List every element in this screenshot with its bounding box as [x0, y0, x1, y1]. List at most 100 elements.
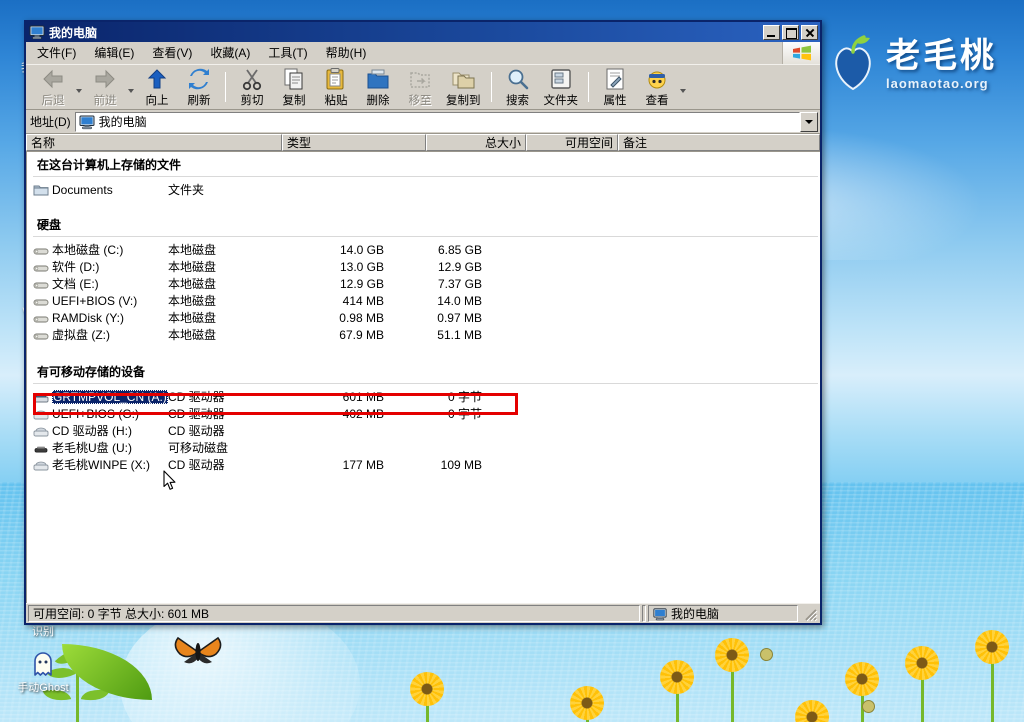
row-size: 177 MB	[288, 458, 394, 472]
row-name: UEFI+BIOS (V:)	[52, 294, 168, 308]
row-type: 本地磁盘	[168, 326, 288, 343]
column-header-free[interactable]: 可用空间	[526, 134, 618, 151]
toolbar-back-button[interactable]: 后退	[32, 66, 74, 108]
toolbar-views-button[interactable]: 查看	[636, 66, 678, 108]
row-type: 可移动磁盘	[168, 439, 288, 456]
row-name: CD 驱动器 (H:)	[52, 422, 168, 439]
toolbar-cut-button[interactable]: 剪切	[231, 66, 273, 108]
toolbar-separator	[225, 72, 226, 102]
watermark-cn-text: 老毛桃	[886, 39, 997, 73]
file-list-pane[interactable]: 在这台计算机上存储的文件 Documents 文件夹 硬盘	[26, 152, 820, 603]
status-bar: 可用空间: 0 字节 总大小: 601 MB 我的电脑	[26, 603, 820, 623]
column-header-name[interactable]: 名称	[26, 134, 282, 151]
scissors-icon	[240, 67, 264, 91]
back-dropdown-arrow-icon[interactable]	[74, 67, 84, 107]
hard-disk-icon	[33, 327, 49, 343]
row-free: 14.0 MB	[394, 294, 490, 308]
minimize-button[interactable]	[763, 25, 780, 40]
menu-item-view[interactable]: 查看(V)	[143, 41, 201, 64]
menu-item-help[interactable]: 帮助(H)	[317, 41, 376, 64]
explorer-window: 我的电脑 文件(F) 编辑(E) 查看(V) 收藏(A) 工具(T) 帮助(H)	[24, 20, 822, 625]
status-right-panel: 我的电脑	[648, 605, 798, 622]
toolbar-label: 粘贴	[325, 92, 348, 108]
table-row[interactable]: 老毛桃WINPE (X:) CD 驱动器 177 MB 109 MB	[27, 456, 820, 473]
table-row[interactable]: UEFI+BIOS (G:) CD 驱动器 402 MB 0 字节	[27, 405, 820, 422]
mouse-cursor	[163, 470, 177, 491]
table-row[interactable]: 老毛桃U盘 (U:) 可移动磁盘	[27, 439, 820, 456]
row-name: GRTMPVOL_CN (A:)	[52, 390, 168, 404]
row-size: 12.9 GB	[288, 277, 394, 291]
address-value: 我的电脑	[99, 113, 147, 130]
toolbar-properties-button[interactable]: 属性	[594, 66, 636, 108]
title-bar[interactable]: 我的电脑	[26, 22, 820, 42]
toolbar-copy-button[interactable]: 复制	[273, 66, 315, 108]
toolbar-folders-button[interactable]: 文件夹	[539, 66, 584, 108]
forward-dropdown-arrow-icon[interactable]	[126, 67, 136, 107]
row-type: CD 驱动器	[168, 422, 288, 439]
removable-device-rows: GRTMPVOL_CN (A:) CD 驱动器 601 MB 0 字节 UEFI…	[27, 388, 820, 473]
column-header-size[interactable]: 总大小	[426, 134, 526, 151]
toolbar-label: 前进	[94, 92, 117, 108]
status-spacer-panel	[642, 605, 646, 622]
table-row[interactable]: 文档 (E:) 本地磁盘 12.9 GB 7.37 GB	[27, 275, 820, 292]
row-size: 414 MB	[288, 294, 394, 308]
toolbar-label: 文件夹	[544, 92, 579, 108]
row-name: 老毛桃U盘 (U:)	[52, 439, 168, 456]
toolbar-paste-button[interactable]: 粘贴	[315, 66, 357, 108]
toolbar-label: 删除	[367, 92, 390, 108]
views-dropdown-arrow-icon[interactable]	[678, 67, 688, 107]
clipboard-paste-icon	[324, 67, 348, 91]
row-free: 0 字节	[394, 405, 490, 422]
row-type: 本地磁盘	[168, 241, 288, 258]
menu-item-file[interactable]: 文件(F)	[28, 41, 85, 64]
windows-flag-icon[interactable]	[782, 42, 820, 64]
menu-item-tools[interactable]: 工具(T)	[259, 41, 316, 64]
computer-icon	[79, 114, 95, 130]
row-name: UEFI+BIOS (G:)	[52, 407, 168, 421]
row-name: 老毛桃WINPE (X:)	[52, 456, 168, 473]
cd-drive-icon	[33, 406, 49, 422]
group-header-hard-disks: 硬盘	[27, 212, 820, 236]
hard-disk-icon	[33, 242, 49, 258]
toolbar-move-to-button[interactable]: 移至	[399, 66, 441, 108]
status-right-text: 我的电脑	[671, 605, 719, 622]
row-type: CD 驱动器	[168, 456, 288, 473]
properties-icon	[603, 67, 627, 91]
column-header-comment[interactable]: 备注	[618, 134, 820, 151]
toolbar-label: 刷新	[188, 92, 211, 108]
row-size: 402 MB	[288, 407, 394, 421]
menu-item-favorites[interactable]: 收藏(A)	[201, 41, 259, 64]
row-type: CD 驱动器	[168, 405, 288, 422]
table-row[interactable]: 软件 (D:) 本地磁盘 13.0 GB 12.9 GB	[27, 258, 820, 275]
table-row[interactable]: RAMDisk (Y:) 本地磁盘 0.98 MB 0.97 MB	[27, 309, 820, 326]
toolbar-up-button[interactable]: 向上	[136, 66, 178, 108]
toolbar-search-button[interactable]: 搜索	[497, 66, 539, 108]
desktop-icon-manual-ghost[interactable]: 手动Ghost	[4, 648, 82, 694]
table-row[interactable]: GRTMPVOL_CN (A:) CD 驱动器 601 MB 0 字节	[27, 388, 820, 405]
address-input[interactable]: 我的电脑	[75, 112, 800, 132]
table-row[interactable]: Documents 文件夹	[27, 181, 820, 198]
close-button[interactable]	[801, 25, 818, 40]
toolbar-refresh-button[interactable]: 刷新	[178, 66, 220, 108]
butterfly-decoration	[172, 636, 224, 666]
toolbar-label: 复制	[283, 92, 306, 108]
chevron-down-icon[interactable]	[800, 112, 818, 132]
table-row[interactable]: 虚拟盘 (Z:) 本地磁盘 67.9 MB 51.1 MB	[27, 326, 820, 343]
refresh-icon	[187, 67, 211, 91]
row-name: 文档 (E:)	[52, 275, 168, 292]
toolbar-forward-button[interactable]: 前进	[84, 66, 126, 108]
menu-item-edit[interactable]: 编辑(E)	[85, 41, 143, 64]
hard-disk-icon	[33, 310, 49, 326]
resize-grip-icon[interactable]	[802, 606, 818, 622]
toolbar-delete-button[interactable]: 删除	[357, 66, 399, 108]
toolbar-copy-to-button[interactable]: 复制到	[441, 66, 486, 108]
delete-folder-icon	[366, 67, 390, 91]
table-row[interactable]: UEFI+BIOS (V:) 本地磁盘 414 MB 14.0 MB	[27, 292, 820, 309]
maximize-button[interactable]	[782, 25, 799, 40]
window-title: 我的电脑	[49, 24, 761, 41]
address-bar-label: 地址(D)	[30, 113, 71, 130]
column-header-type[interactable]: 类型	[282, 134, 426, 151]
table-row[interactable]: CD 驱动器 (H:) CD 驱动器	[27, 422, 820, 439]
table-row[interactable]: 本地磁盘 (C:) 本地磁盘 14.0 GB 6.85 GB	[27, 241, 820, 258]
group-header-removable-devices: 有可移动存储的设备	[27, 359, 820, 383]
